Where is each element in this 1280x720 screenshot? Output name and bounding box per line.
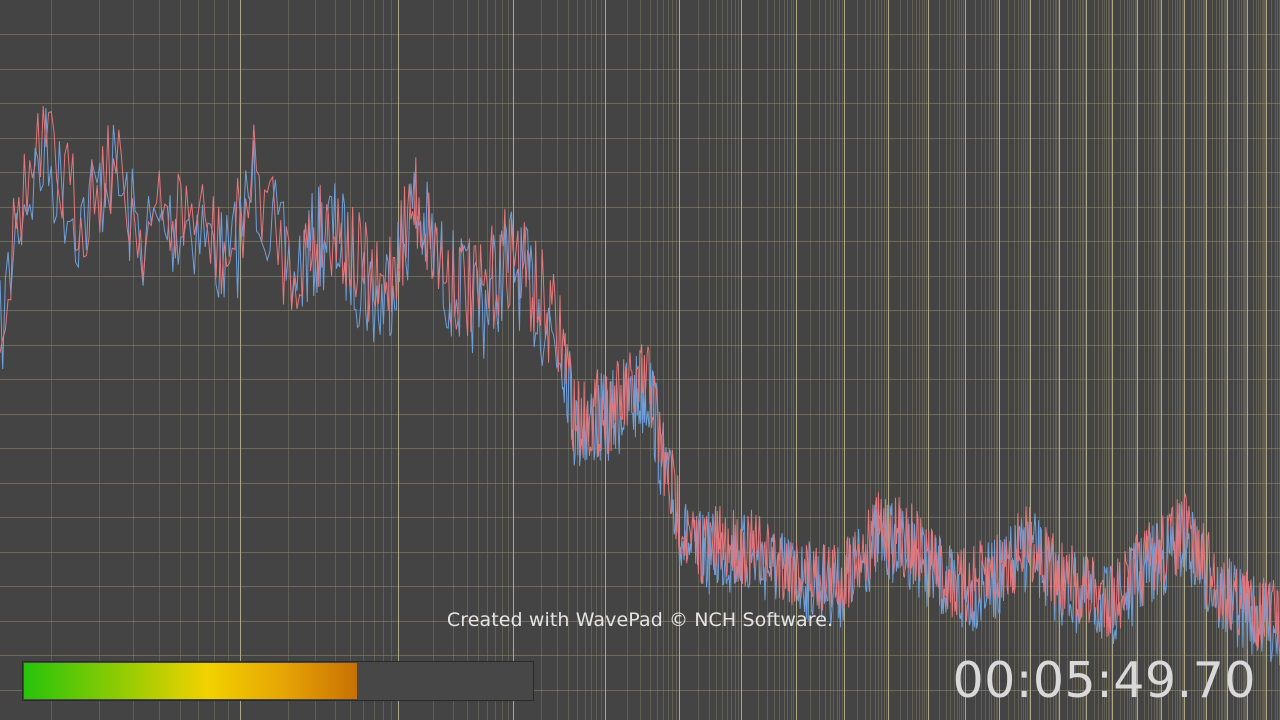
level-meter [22, 661, 534, 701]
playback-time-display: 00:05:49.70 [952, 652, 1256, 709]
right-channel-spectrum [0, 108, 1280, 666]
spectrum-traces [0, 105, 1280, 666]
watermark-text: Created with WavePad © NCH Software. [446, 609, 834, 631]
level-meter-fill [24, 663, 357, 699]
